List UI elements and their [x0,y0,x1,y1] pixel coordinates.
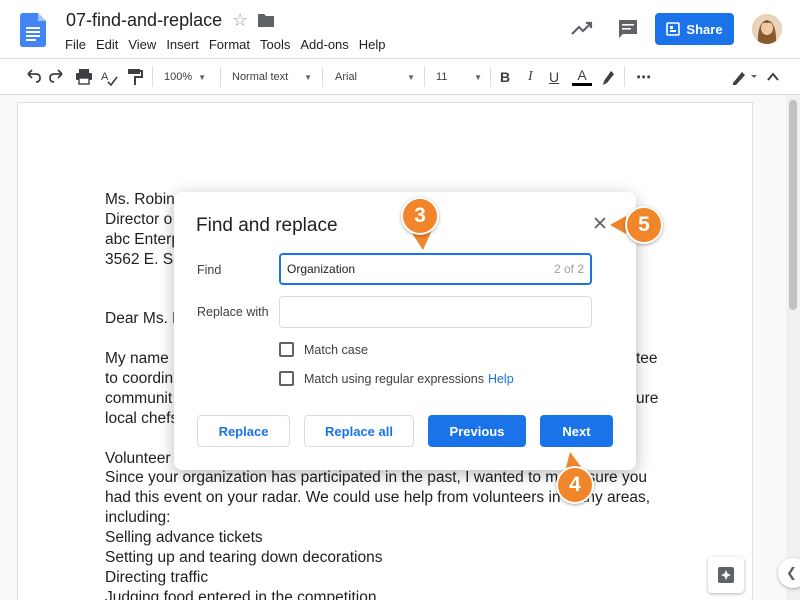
toolbar-divider [624,67,625,87]
italic-button[interactable]: I [528,59,533,95]
zoom-select[interactable]: 100% ▼ [164,59,206,95]
explore-button[interactable] [708,557,744,593]
next-button[interactable]: Next [540,415,613,447]
highlight-color-icon[interactable] [601,59,617,95]
share-label: Share [686,21,723,37]
menu-addons[interactable]: Add-ons [295,36,353,53]
side-panel-toggle[interactable]: ❮ [778,558,800,588]
underline-button[interactable]: U [549,59,559,95]
find-input[interactable]: Organization 2 of 2 [279,253,592,285]
document-title[interactable]: 07-find-and-replace [66,10,222,31]
document-line: Selling advance tickets [105,529,263,547]
activity-trend-icon[interactable] [571,20,593,36]
callout-badge-4: 4 [556,466,594,504]
paragraph-style-select[interactable]: Normal text ▼ [232,59,312,95]
paint-format-icon[interactable] [126,59,144,95]
redo-icon[interactable] [48,59,66,95]
menu-tools[interactable]: Tools [255,36,295,53]
chevron-left-icon: ❮ [786,565,797,580]
share-button[interactable]: Share [655,13,734,45]
text-color-letter: A [577,67,587,83]
bold-button[interactable]: B [500,59,510,95]
callout-badge-3: 3 [401,197,439,235]
text-color-button[interactable]: A [572,59,592,95]
find-label: Find [197,263,222,277]
editing-mode-icon[interactable] [730,59,760,95]
toolbar-divider [152,67,153,87]
svg-text:A: A [101,71,109,83]
docs-logo-icon[interactable] [20,13,46,47]
print-icon[interactable] [75,59,93,95]
style-value: Normal text [232,71,289,83]
more-options-button[interactable]: ⋯ [636,59,651,95]
replace-button[interactable]: Replace [197,415,290,447]
font-select[interactable]: Arial ▼ [335,59,415,95]
regex-label: Match using regular expressions [304,371,484,386]
replace-all-button[interactable]: Replace all [304,415,414,447]
user-avatar[interactable] [752,14,782,44]
match-count: 2 of 2 [553,262,584,276]
close-icon[interactable] [592,215,608,231]
callout-badge-5: 5 [625,206,663,244]
menu-edit[interactable]: Edit [91,36,123,53]
replace-label: Replace with [197,305,269,319]
spellcheck-icon[interactable]: A [100,59,118,95]
toolbar-divider [424,67,425,87]
document-line-fragment: tee [636,350,658,368]
document-line: including: [105,509,171,527]
chevron-down-icon: ▼ [407,72,415,82]
chevron-down-icon: ▼ [198,72,207,82]
toolbar-divider [322,67,323,87]
menu-bar: File Edit View Insert Format Tools Add-o… [60,36,391,53]
scrollbar-thumb[interactable] [789,100,797,310]
text-color-swatch [572,83,592,86]
menu-file[interactable]: File [60,36,91,53]
find-replace-dialog: Find and replace Find Organization 2 of … [174,192,636,470]
dialog-title: Find and replace [196,215,338,236]
document-line: Judging food entered in the competition [105,588,377,600]
toolbar-divider [220,67,221,87]
undo-icon[interactable] [24,59,42,95]
app-header: 07-find-and-replace ☆ File Edit View Ins… [0,0,800,58]
regex-row[interactable]: Match using regular expressions Help [279,371,514,386]
find-input-value: Organization [287,262,356,276]
font-size-value: 11 [436,71,448,83]
menu-insert[interactable]: Insert [161,36,204,53]
font-size-select[interactable]: 11 ▼ [436,59,482,95]
font-value: Arial [335,71,358,83]
document-line-fragment: ure [636,390,659,407]
match-case-label: Match case [304,342,368,357]
menu-format[interactable]: Format [204,36,255,53]
help-link[interactable]: Help [488,372,514,386]
menu-help[interactable]: Help [354,36,391,53]
chevron-up-icon[interactable] [766,59,780,95]
regex-checkbox[interactable] [279,371,294,386]
document-line: Directing traffic [105,568,209,586]
toolbar-divider [490,67,491,87]
chevron-down-icon: ▼ [304,72,312,82]
chevron-down-icon: ▼ [474,72,482,82]
match-case-checkbox[interactable] [279,342,294,357]
star-icon[interactable]: ☆ [232,10,248,31]
match-case-row[interactable]: Match case [279,342,368,357]
document-line: Setting up and tearing down decorations [105,549,383,567]
formatting-toolbar: A 100% ▼ Normal text ▼ Arial ▼ 11 ▼ B I … [0,58,800,95]
previous-button[interactable]: Previous [428,415,526,447]
comment-icon[interactable] [617,18,639,40]
zoom-value: 100% [164,71,193,83]
folder-icon[interactable] [258,13,274,27]
menu-view[interactable]: View [123,36,161,53]
explore-icon [718,567,734,583]
replace-input[interactable] [279,296,592,328]
people-icon [666,22,681,36]
